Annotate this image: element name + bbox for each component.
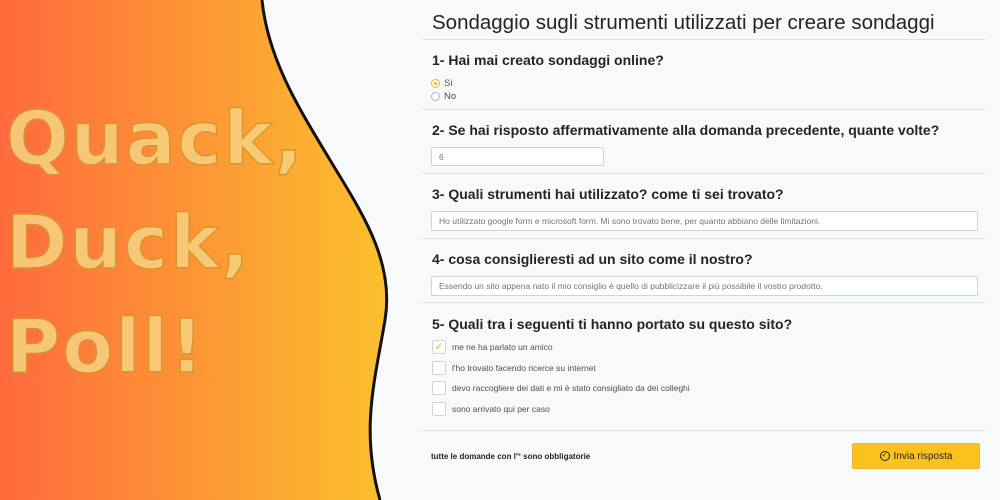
required-note-prefix: tutte le domande con l' [431, 452, 518, 461]
divider [422, 109, 985, 110]
checkbox-label-colleagues: devo raccogliere dei dati e mi è stato c… [452, 383, 690, 393]
check-icon: ✓ [434, 340, 444, 353]
divider [422, 173, 985, 174]
radio-button-si[interactable] [431, 79, 440, 88]
checkbox-option-colleagues[interactable]: devo raccogliere dei dati e mi è stato c… [432, 381, 690, 395]
brand-line-2: Duck, [5, 200, 252, 286]
count-input[interactable]: 6 [431, 147, 604, 166]
checkbox-option-internet[interactable]: l'ho trovato facendo ricerce su internet [432, 361, 596, 375]
question-3-label: 3- Quali strumenti hai utilizzato? come … [432, 186, 784, 202]
divider [422, 302, 985, 303]
radio-label-no: No [444, 91, 457, 102]
question-2-label: 2- Se hai risposto affermativamente alla… [432, 122, 940, 138]
submit-button[interactable]: ✓ Invia risposta [852, 443, 980, 469]
checkbox-option-chance[interactable]: sono arrivato qui per caso [432, 402, 550, 416]
checkbox-option-friend[interactable]: ✓ me ne ha parlato un amico [432, 340, 553, 354]
brand-line-1: Quack, [5, 96, 305, 182]
divider [422, 430, 985, 431]
tools-input[interactable]: Ho utilizzato google form e microsoft fo… [431, 211, 978, 231]
radio-option-no[interactable]: No [431, 91, 456, 102]
question-4-label: 4- cosa consiglieresti ad un sito come i… [432, 251, 753, 267]
checkbox-internet[interactable] [432, 361, 446, 375]
page-title: Sondaggio sugli strumenti utilizzati per… [432, 11, 935, 34]
checkbox-colleagues[interactable] [432, 381, 446, 395]
brand-line-3: Poll! [5, 304, 206, 390]
question-5-label: 5- Quali tra i seguenti ti hanno portato… [432, 316, 793, 332]
submit-button-label: Invia risposta [893, 450, 953, 462]
checkbox-label-friend: me ne ha parlato un amico [452, 342, 553, 352]
advice-input[interactable]: Essendo un sito appena nato il mio consi… [431, 276, 978, 296]
required-note-suffix: sono obbligatorie [520, 452, 591, 461]
checkbox-label-internet: l'ho trovato facendo ricerce su internet [452, 363, 596, 373]
checkbox-friend[interactable]: ✓ [432, 340, 446, 354]
question-1-label: 1- Hai mai creato sondaggi online? [432, 52, 664, 68]
check-circle-icon: ✓ [879, 451, 890, 461]
divider [422, 39, 985, 40]
radio-option-si[interactable]: Si [431, 78, 452, 89]
radio-button-no[interactable] [431, 92, 440, 101]
divider [422, 238, 985, 239]
checkbox-label-chance: sono arrivato qui per caso [452, 404, 550, 414]
checkbox-chance[interactable] [432, 402, 446, 416]
required-note: tutte le domande con l'* sono obbligator… [431, 452, 590, 461]
survey-form: Sondaggio sugli strumenti utilizzati per… [422, 0, 985, 500]
radio-label-si: Si [444, 78, 453, 89]
